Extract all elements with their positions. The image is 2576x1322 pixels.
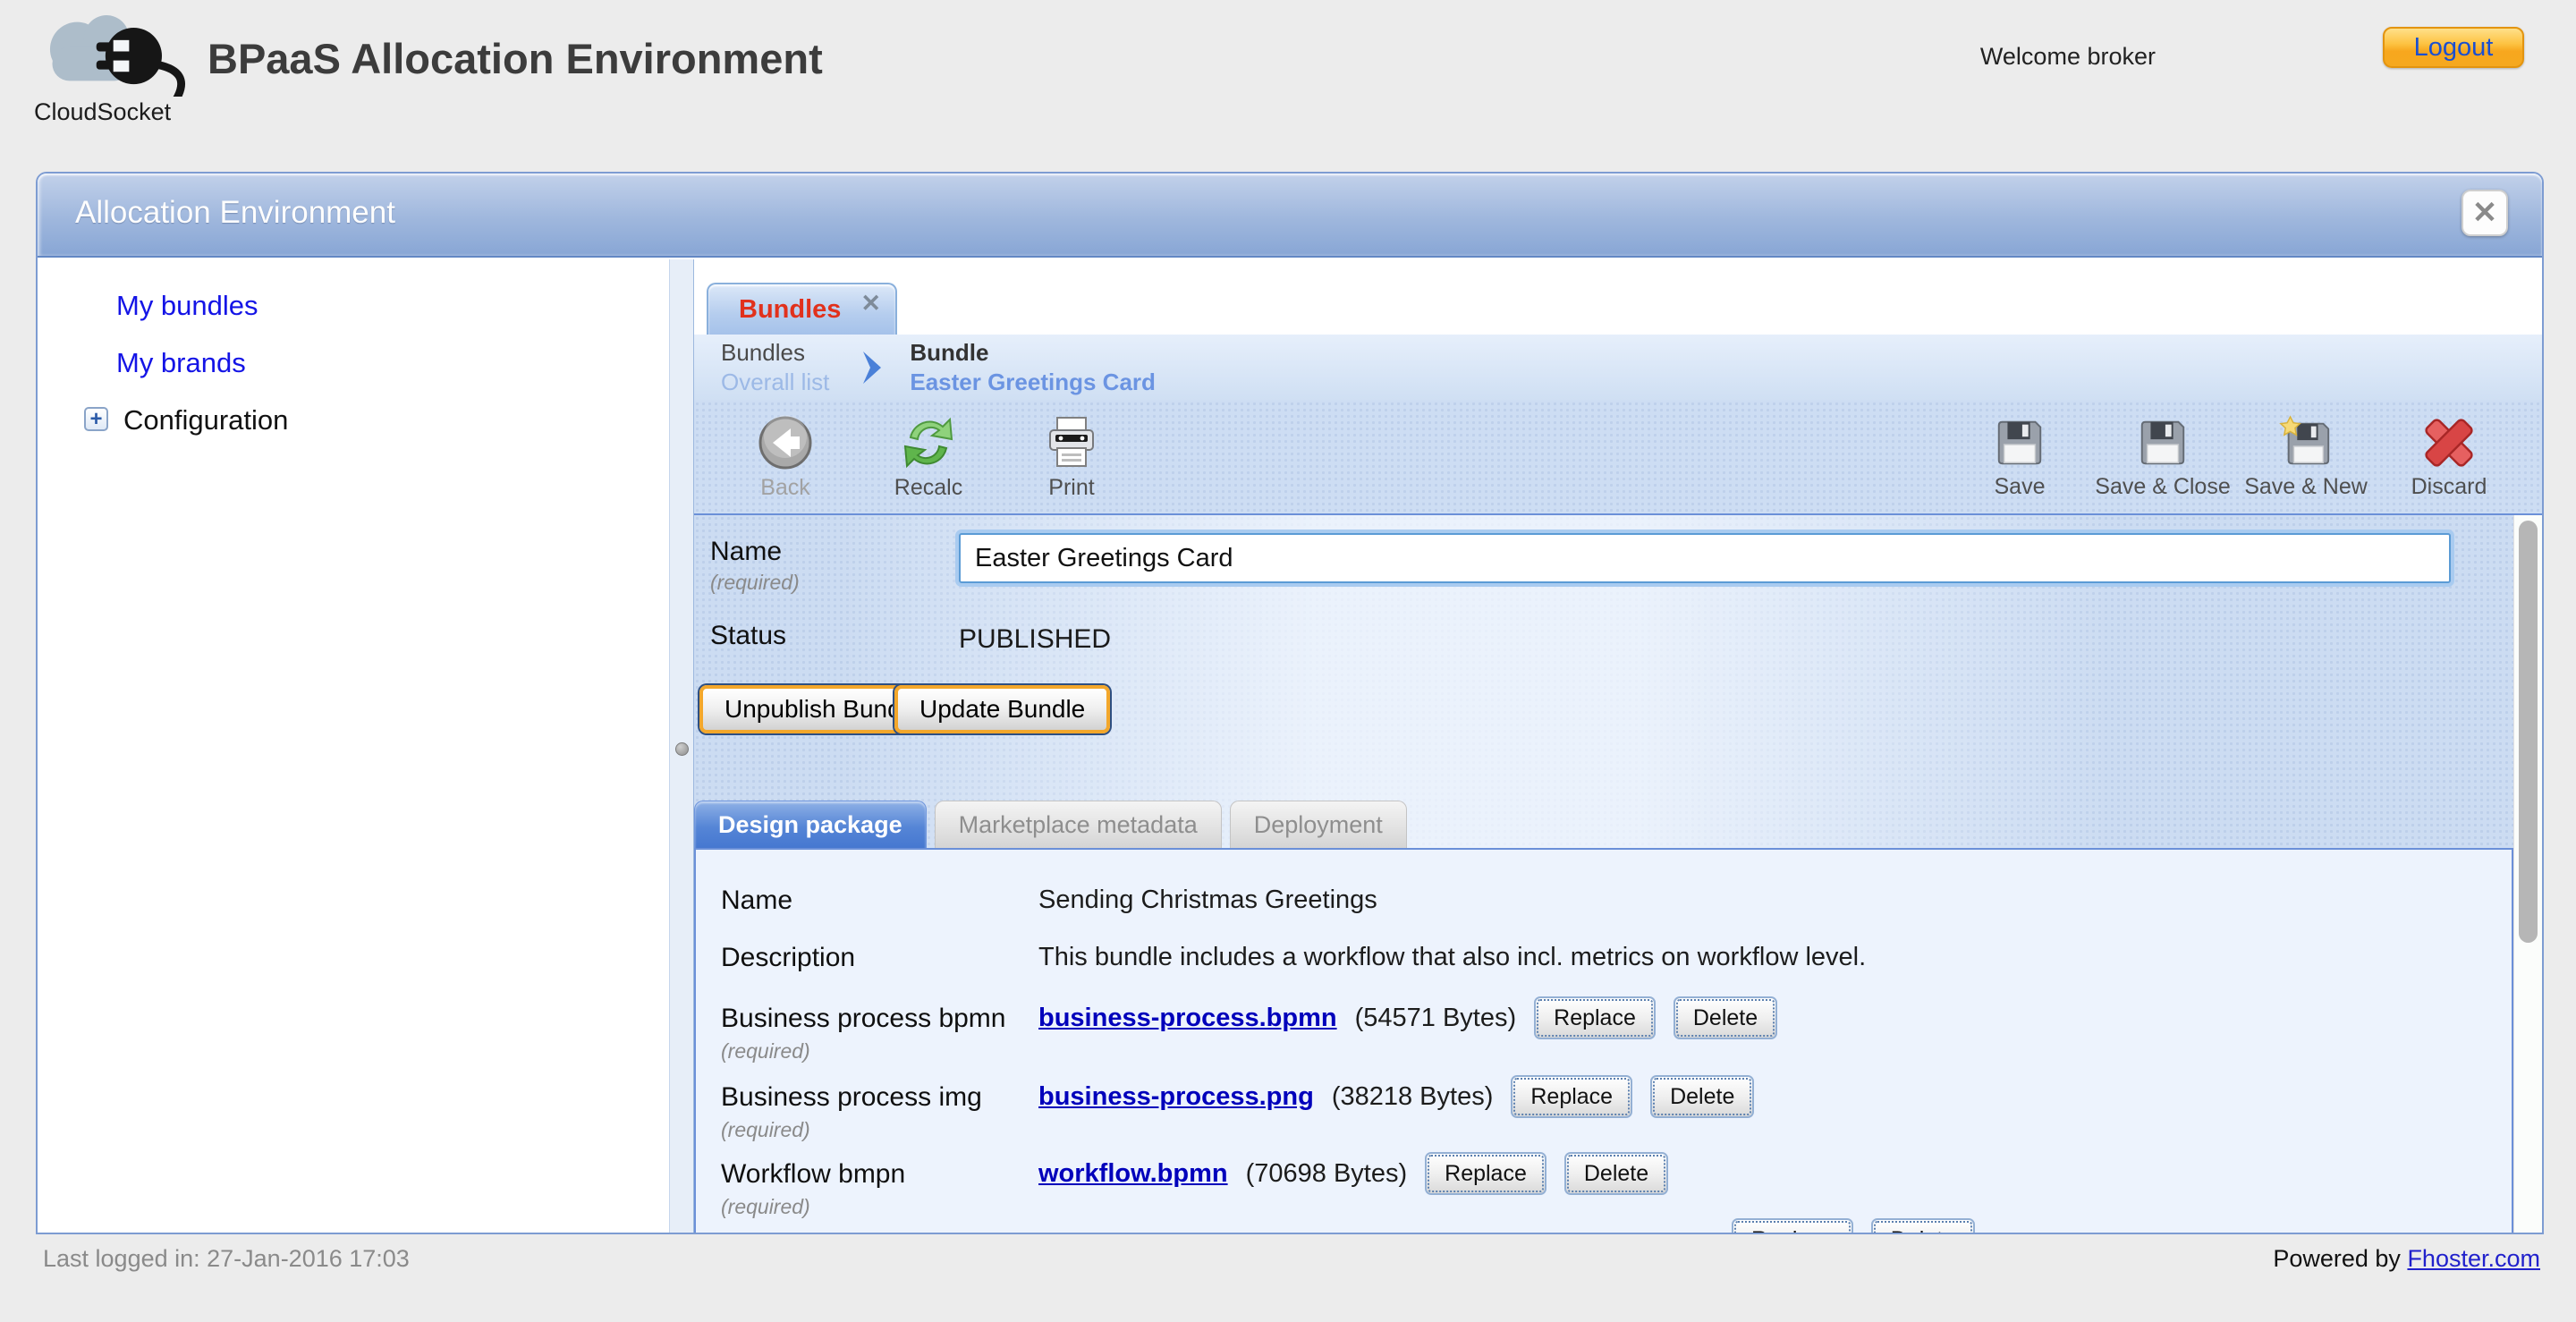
form-scroll-area: Name (required) Status PUBLISHED Unpubli… [694, 515, 2542, 1233]
splitter-handle-icon[interactable] [675, 742, 689, 756]
printer-icon [1043, 414, 1100, 471]
fhoster-link[interactable]: Fhoster.com [2407, 1245, 2540, 1272]
sidebar-item-label: Configuration [123, 404, 288, 436]
refresh-icon [900, 414, 957, 471]
back-arrow-icon [757, 414, 814, 471]
floppy-disk-icon [2135, 415, 2190, 470]
replace-button[interactable]: Replace [1534, 996, 1656, 1039]
discard-x-icon [2421, 415, 2477, 470]
sidebar: My bundles My brands + Configuration [38, 259, 669, 1233]
toolbar-label: Save & New [2244, 474, 2368, 500]
breadcrumb: Bundles Overall list Bundle Easter Greet… [694, 335, 2542, 401]
toolbar-label: Recalc [894, 475, 962, 501]
replace-button[interactable]: Replace [1732, 1218, 1853, 1233]
sidebar-item-my-bundles[interactable]: My bundles [116, 290, 669, 322]
detail-label: Workflow bmpn [721, 1159, 1021, 1190]
status-value: PUBLISHED [959, 624, 1111, 655]
replace-button[interactable]: Replace [1425, 1152, 1546, 1195]
toolbar-left-group: Back Recalc [732, 414, 1125, 501]
discard-button[interactable]: Discard [2395, 415, 2503, 500]
design-package-panel: Name Sending Christmas Greetings Descrip… [694, 848, 2513, 1233]
name-field-label: Name [710, 537, 782, 567]
window-title: Allocation Environment [75, 195, 395, 231]
required-hint: (required) [721, 1039, 1021, 1064]
name-required-hint: (required) [710, 571, 800, 595]
file-link[interactable]: business-process.png [1038, 1082, 1314, 1112]
delete-button[interactable]: Delete [1564, 1152, 1668, 1195]
window-titlebar: Allocation Environment ✕ [38, 174, 2542, 258]
save-and-close-button[interactable]: Save & Close [2109, 415, 2216, 500]
floppy-disk-icon [1992, 415, 2047, 470]
detail-label: Name [721, 886, 1021, 916]
breadcrumb-subtitle: Easter Greetings Card [910, 368, 1156, 397]
status-field-label: Status [710, 621, 786, 651]
file-size: (70698 Bytes) [1246, 1159, 1408, 1189]
required-hint: (required) [721, 1195, 1021, 1219]
file-size: (54571 Bytes) [1355, 1004, 1517, 1033]
content-area: Bundles ✕ Bundles Overall list Bundle Ea… [693, 259, 2542, 1233]
detail-label: Business process bpmn [721, 1004, 1021, 1034]
powered-by-text: Powered by [2273, 1245, 2401, 1272]
replace-button[interactable]: Replace [1511, 1075, 1632, 1118]
toolbar-label: Print [1048, 475, 1094, 501]
breadcrumb-subtitle[interactable]: Overall list [721, 368, 829, 397]
toolbar-label: Back [760, 475, 810, 501]
toolbar-label: Save [1995, 474, 2046, 500]
scrollbar-thumb[interactable] [2519, 521, 2538, 943]
chevron-right-icon [860, 348, 886, 387]
save-and-new-button[interactable]: Save & New [2252, 415, 2360, 500]
delete-button[interactable]: Delete [1871, 1218, 1975, 1233]
required-hint: (required) [721, 1118, 1021, 1142]
detail-value: Sending Christmas Greetings [1038, 886, 1377, 915]
powered-by: Powered by Fhoster.com [2273, 1245, 2540, 1273]
file-link[interactable]: business-process.bpmn [1038, 1004, 1337, 1033]
name-input[interactable] [959, 533, 2451, 583]
welcome-text: Welcome broker [1980, 43, 2156, 71]
print-button[interactable]: Print [1018, 414, 1125, 501]
detail-label: Description [721, 943, 1021, 973]
tab-bundles-label: Bundles [739, 295, 841, 325]
sidebar-item-configuration[interactable]: + Configuration [123, 404, 669, 436]
breadcrumb-title: Bundle [910, 338, 1156, 368]
delete-button[interactable]: Delete [1650, 1075, 1754, 1118]
recalc-button[interactable]: Recalc [875, 414, 982, 501]
cloudsocket-logo: CloudSocket [34, 11, 213, 101]
back-button[interactable]: Back [732, 414, 839, 501]
sidebar-item-my-brands[interactable]: My brands [116, 347, 669, 379]
detail-label: Business process img [721, 1082, 1021, 1113]
bundle-subtabs: Design package Marketplace metadata Depl… [694, 801, 1407, 849]
tab-design-package[interactable]: Design package [694, 801, 927, 849]
toolbar: Back Recalc [694, 401, 2542, 515]
window-close-icon[interactable]: ✕ [2462, 190, 2508, 236]
breadcrumb-bundles[interactable]: Bundles Overall list [721, 338, 829, 397]
cloud-plug-icon [34, 11, 204, 97]
bundle-form: Name (required) Status PUBLISHED Unpubli… [694, 515, 2513, 1233]
breadcrumb-bundle-current: Bundle Easter Greetings Card [910, 338, 1156, 397]
tab-deployment[interactable]: Deployment [1230, 801, 1407, 849]
tab-marketplace-metadata[interactable]: Marketplace metadata [935, 801, 1222, 849]
toolbar-label: Save & Close [2095, 474, 2230, 500]
tab-bundles[interactable]: Bundles ✕ [707, 283, 897, 335]
logo-text: CloudSocket [34, 98, 171, 126]
expand-plus-icon[interactable]: + [84, 407, 108, 431]
toolbar-label: Discard [2411, 474, 2487, 500]
floppy-disk-star-icon [2278, 415, 2334, 470]
app-title: BPaaS Allocation Environment [208, 34, 823, 83]
breadcrumb-title: Bundles [721, 338, 829, 368]
save-button[interactable]: Save [1966, 415, 2073, 500]
panel-splitter[interactable] [669, 259, 693, 1233]
file-size: (38218 Bytes) [1332, 1082, 1494, 1112]
file-link[interactable]: workflow.bpmn [1038, 1159, 1228, 1189]
tab-close-icon[interactable]: ✕ [860, 290, 881, 318]
allocation-environment-window: Allocation Environment ✕ My bundles My b… [36, 172, 2544, 1234]
document-tabstrip: Bundles ✕ [694, 259, 2542, 335]
delete-button[interactable]: Delete [1674, 996, 1777, 1039]
last-login-text: Last logged in: 27-Jan-2016 17:03 [43, 1245, 410, 1273]
top-header: CloudSocket BPaaS Allocation Environment… [0, 0, 2576, 172]
logout-button[interactable]: Logout [2383, 27, 2524, 68]
vertical-scrollbar[interactable] [2513, 515, 2542, 1233]
toolbar-right-group: Save Save & Close [1966, 415, 2503, 500]
update-bundle-button[interactable]: Update Bundle [894, 685, 1110, 733]
detail-value: This bundle includes a workflow that als… [1038, 943, 1866, 972]
